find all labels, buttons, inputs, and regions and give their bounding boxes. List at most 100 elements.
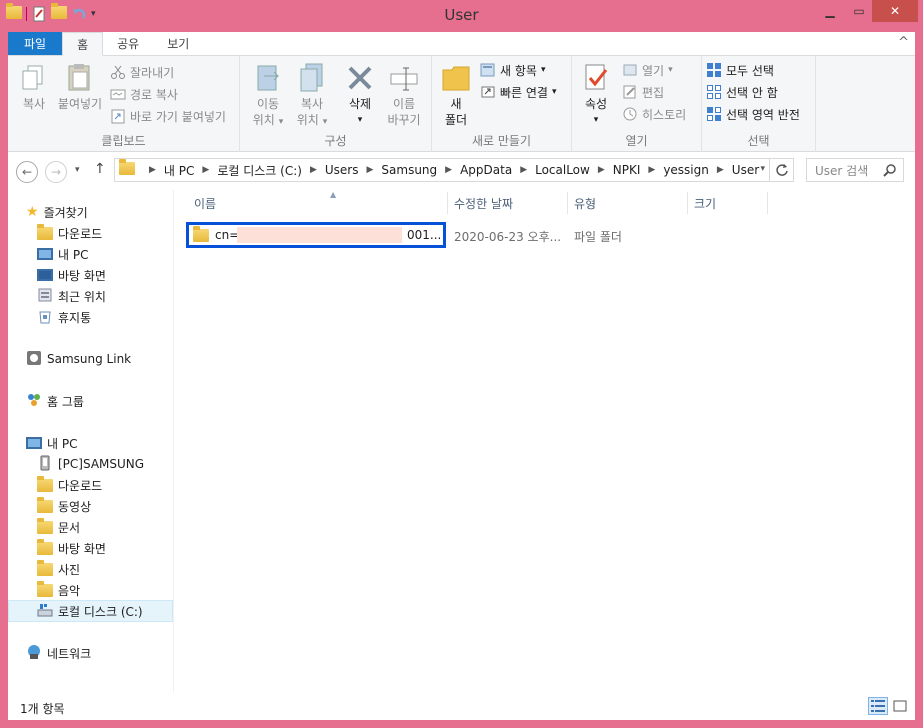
copy-path-button[interactable]: 경로 복사 <box>110 84 178 104</box>
new-folder-button[interactable]: 새 폴더 <box>436 62 476 128</box>
copy-to-label-1: 복사 <box>300 97 324 111</box>
new-item-button[interactable]: 새 항목 ▾ <box>480 60 545 80</box>
move-to-icon <box>252 62 284 94</box>
column-header-name[interactable]: ▲ 이름 <box>188 190 448 214</box>
search-icon[interactable] <box>883 163 897 180</box>
nav-desktop[interactable]: 바탕 화면 <box>37 265 106 285</box>
back-button[interactable]: ← <box>16 161 38 183</box>
breadcrumb-user[interactable]: User <box>732 163 759 177</box>
nav-favorites[interactable]: ★ 즐겨찾기 <box>26 202 88 222</box>
address-bar[interactable]: ▶ 내 PC ▶ 로컬 디스크 (C:) ▶ Users ▶ Samsung ▶… <box>114 158 770 182</box>
invert-selection-icon <box>706 106 722 122</box>
chevron-right-icon[interactable]: ▶ <box>310 165 317 175</box>
tab-home[interactable]: 홈 <box>62 32 104 56</box>
table-row[interactable]: cn= 001... <box>186 222 446 248</box>
maximize-button[interactable]: ▭ <box>846 0 872 22</box>
nav-samsung-link[interactable]: Samsung Link <box>26 349 131 369</box>
history-button[interactable]: 히스토리 <box>622 104 686 124</box>
column-header-date[interactable]: 수정한 날짜 <box>448 192 568 214</box>
new-folder-large-icon <box>440 62 472 94</box>
search-placeholder: User 검색 <box>815 163 869 178</box>
delete-button[interactable]: 삭제 ▾ <box>340 62 380 128</box>
downloads-folder-icon <box>37 223 53 240</box>
chevron-right-icon[interactable]: ▶ <box>648 165 655 175</box>
copy-to-button[interactable]: 복사 위치 ▾ <box>292 62 332 130</box>
chevron-right-icon[interactable]: ▶ <box>202 165 209 175</box>
breadcrumb-yessign[interactable]: yessign <box>663 163 709 177</box>
breadcrumb-this-pc[interactable]: 내 PC <box>164 162 194 179</box>
nav-documents[interactable]: 문서 <box>37 517 80 537</box>
column-header-type[interactable]: 유형 <box>568 192 688 214</box>
rename-button[interactable]: 이름 바꾸기 <box>384 62 424 128</box>
nav-downloads-label: 다운로드 <box>58 226 103 241</box>
forward-button[interactable]: → <box>45 161 67 183</box>
close-button[interactable]: ✕ <box>872 0 918 22</box>
select-all-label: 모두 선택 <box>726 63 774 78</box>
delete-icon <box>344 62 376 94</box>
nav-music[interactable]: 음악 <box>37 580 80 600</box>
nav-this-pc[interactable]: 내 PC <box>26 433 77 453</box>
chevron-right-icon[interactable]: ▶ <box>149 165 156 175</box>
breadcrumb-users[interactable]: Users <box>325 163 359 177</box>
breadcrumb-samsung[interactable]: Samsung <box>381 163 437 177</box>
file-name-prefix: cn= <box>215 228 240 242</box>
breadcrumb-locallow[interactable]: LocalLow <box>535 163 590 177</box>
clipboard-group-label: 클립보드 <box>101 134 146 148</box>
easy-access-button[interactable]: 빠른 연결 ▾ <box>480 82 557 102</box>
breadcrumb-npki[interactable]: NPKI <box>613 163 641 177</box>
select-none-button[interactable]: 선택 안 함 <box>706 82 778 102</box>
chevron-right-icon[interactable]: ▶ <box>445 165 452 175</box>
chevron-right-icon[interactable]: ▶ <box>717 165 724 175</box>
paste-shortcut-button[interactable]: 바로 가기 붙여넣기 <box>110 106 226 126</box>
search-box[interactable]: User 검색 <box>806 158 904 182</box>
nav-network-label: 네트워크 <box>47 646 92 661</box>
move-to-button[interactable]: 이동 위치 ▾ <box>248 62 288 130</box>
chevron-right-icon[interactable]: ▶ <box>520 165 527 175</box>
nav-pc-downloads-label: 다운로드 <box>58 478 103 493</box>
tab-view[interactable]: 보기 <box>153 32 203 55</box>
nav-videos[interactable]: 동영상 <box>37 496 91 516</box>
properties-button[interactable]: 속성 ▾ <box>576 62 616 128</box>
select-all-button[interactable]: 모두 선택 <box>706 60 774 80</box>
file-list: ▲ 이름 수정한 날짜 유형 크기 cn= 001... 2020-06-23 … <box>174 190 915 692</box>
column-header-size[interactable]: 크기 <box>688 192 768 214</box>
chevron-right-icon[interactable]: ▶ <box>366 165 373 175</box>
details-view-icon <box>871 700 885 712</box>
copy-button[interactable]: 복사 <box>14 62 54 112</box>
up-button[interactable]: ↑ <box>94 161 106 177</box>
address-dropdown-icon[interactable]: ▾ <box>760 164 765 174</box>
downloads-folder-icon <box>37 475 53 492</box>
nav-pc-samsung[interactable]: [PC]SAMSUNG <box>37 454 144 474</box>
chevron-right-icon[interactable]: ▶ <box>598 165 605 175</box>
breadcrumb-appdata[interactable]: AppData <box>460 163 512 177</box>
sort-ascending-icon: ▲ <box>330 190 337 199</box>
nav-recent[interactable]: 최근 위치 <box>37 286 106 306</box>
large-icons-view-button[interactable] <box>890 697 910 715</box>
tab-share[interactable]: 공유 <box>103 32 153 55</box>
open-button[interactable]: 열기 ▾ <box>622 60 673 80</box>
nav-network[interactable]: 네트워크 <box>26 643 91 663</box>
paste-button[interactable]: 붙여넣기 <box>56 62 104 112</box>
minimize-button[interactable]: ▁ <box>815 0 845 22</box>
new-folder-label-2: 폴더 <box>444 113 468 127</box>
nav-pictures[interactable]: 사진 <box>37 559 80 579</box>
new-item-label: 새 항목 <box>500 63 537 78</box>
nav-homegroup[interactable]: 홈 그룹 <box>26 391 84 411</box>
nav-pc-downloads[interactable]: 다운로드 <box>37 475 102 495</box>
breadcrumb-local-disk[interactable]: 로컬 디스크 (C:) <box>217 162 302 179</box>
recent-locations-dropdown-icon[interactable]: ▾ <box>75 165 80 175</box>
nav-this-pc-fav[interactable]: 내 PC <box>37 244 88 264</box>
ribbon-collapse-icon[interactable]: ^ <box>898 35 909 50</box>
cut-button[interactable]: 잘라내기 <box>110 62 174 82</box>
edit-button[interactable]: 편집 <box>622 82 664 102</box>
open-icon <box>622 62 638 78</box>
invert-selection-button[interactable]: 선택 영역 반전 <box>706 104 800 124</box>
nav-recycle-bin[interactable]: 휴지통 <box>37 307 91 327</box>
nav-pc-desktop[interactable]: 바탕 화면 <box>37 538 106 558</box>
rename-label-2: 바꾸기 <box>387 113 421 127</box>
nav-local-disk[interactable]: 로컬 디스크 (C:) <box>8 600 173 622</box>
details-view-button[interactable] <box>868 697 888 715</box>
tab-file[interactable]: 파일 <box>8 32 63 55</box>
refresh-button[interactable] <box>770 158 794 182</box>
nav-downloads[interactable]: 다운로드 <box>37 223 102 243</box>
